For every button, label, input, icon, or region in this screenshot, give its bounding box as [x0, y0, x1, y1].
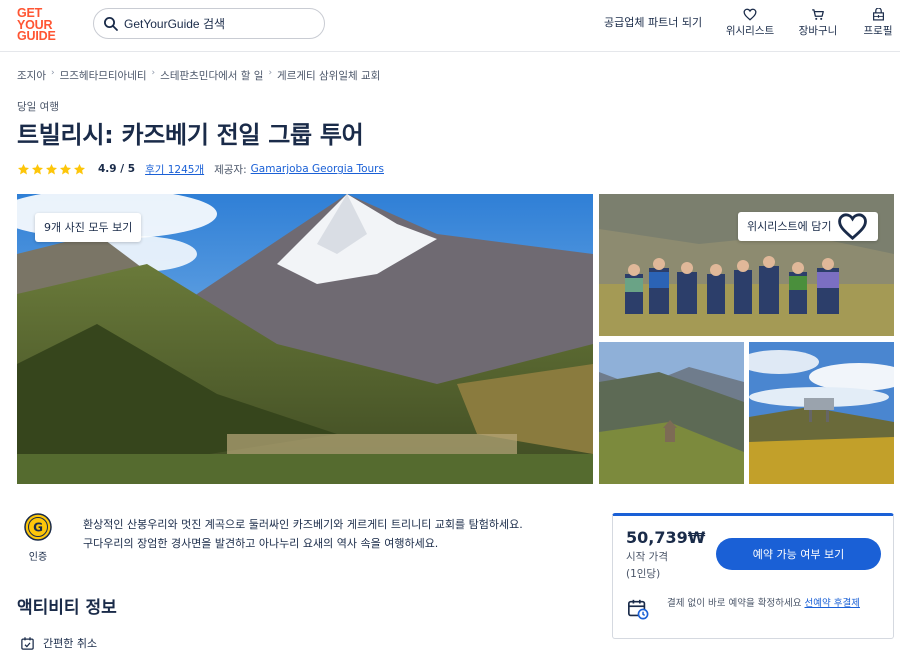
star-icon: [73, 163, 86, 174]
search-icon: [104, 17, 118, 31]
activity-description: 환상적인 산봉우리와 멋진 계곡으로 둘러싸인 카즈베기와 게르게티 트리니티 …: [83, 515, 588, 553]
badge-letter: G: [33, 521, 43, 535]
star-rating: [17, 163, 86, 176]
certified-label: 인증: [28, 552, 48, 563]
photo-gallery: 9개 사진 모두 보기 위시리스트에 담기: [17, 194, 894, 484]
star-icon: [59, 163, 72, 174]
page-title: 트빌리시: 카즈베기 전일 그룹 투어: [17, 121, 364, 149]
chevron-right-icon: ›: [50, 68, 55, 78]
provider-label: 제공자:: [214, 163, 247, 176]
heart-icon: [838, 213, 868, 241]
nav-wishlist-label: 위시리스트: [725, 25, 775, 37]
breadcrumb-item-region[interactable]: 므즈헤타므티아네티: [60, 68, 147, 83]
reviews-link[interactable]: 후기 1245개: [145, 162, 204, 177]
top-header: GET YOUR GUIDE 공급업체 파트너 되기 위시리스트 장바구니: [0, 0, 900, 52]
description-line-2: 구다우리의 장엄한 경사면을 발견하고 아나누리 요새의 역사 속을 여행하세요…: [83, 537, 439, 550]
price-label: 시작 가격: [626, 551, 668, 563]
reserve-description: 결제 없이 바로 예약을 확정하세요: [667, 598, 802, 609]
reserve-text: 결제 없이 바로 예약을 확정하세요 선예약 후결제: [667, 596, 889, 611]
reserve-now-pay-later-link[interactable]: 선예약 후결제: [804, 598, 859, 609]
add-to-wishlist-button[interactable]: 위시리스트에 담기: [738, 212, 878, 241]
heart-icon: [743, 8, 757, 21]
main-photo-kazbegi-mountain[interactable]: 9개 사진 모두 보기: [17, 194, 593, 484]
group-photo[interactable]: 위시리스트에 담기: [599, 194, 894, 336]
nav-profile-label: 프로필: [863, 25, 893, 37]
booking-card: 50,739₩ 시작 가격 (1인당) 예약 가능 여부 보기 결제 없이 바로…: [612, 513, 894, 639]
free-cancellation-feature: 간편한 취소: [20, 635, 97, 651]
nav-cart-label: 장바구니: [798, 25, 838, 37]
breadcrumb: 조지아 › 므즈헤타므티아네티 › 스테판츠민다에서 할 일 › 게르게티 삼위…: [17, 68, 380, 83]
search-box[interactable]: [93, 8, 325, 39]
calendar-check-icon: [21, 636, 34, 650]
calendar-clock-icon: [628, 599, 649, 620]
church-valley-photo[interactable]: [599, 342, 744, 484]
activity-info-heading: 액티비티 정보: [17, 598, 117, 618]
rating-score: 4.9 / 5: [98, 163, 136, 175]
become-partner-link[interactable]: 공급업체 파트너 되기: [604, 14, 702, 30]
breadcrumb-item-country[interactable]: 조지아: [17, 68, 46, 83]
breadcrumb-item-city[interactable]: 스테판츠민다에서 할 일: [160, 68, 263, 83]
gyg-certified-icon: G: [24, 513, 52, 541]
star-icon: [45, 163, 58, 174]
logo-line-3: GUIDE: [17, 29, 56, 43]
description-line-1: 환상적인 산봉우리와 멋진 계곡으로 둘러싸인 카즈베기와 게르게티 트리니티 …: [83, 518, 523, 531]
nav-profile[interactable]: 프로필: [848, 8, 900, 38]
price-unit: (1인당): [626, 568, 661, 580]
check-availability-button[interactable]: 예약 가능 여부 보기: [716, 538, 881, 570]
star-icon: [17, 163, 30, 174]
cart-icon: [812, 9, 824, 20]
breadcrumb-item-attraction[interactable]: 게르게티 삼위일체 교회: [277, 68, 380, 83]
chevron-right-icon: ›: [268, 68, 273, 78]
chevron-right-icon: ›: [151, 68, 156, 78]
show-all-photos-button[interactable]: 9개 사진 모두 보기: [35, 213, 142, 242]
activity-category-tag: 당일 여행: [17, 101, 59, 113]
certified-badge: G 인증: [21, 513, 55, 563]
getyourguide-logo[interactable]: GET YOUR GUIDE: [17, 7, 61, 43]
nav-wishlist[interactable]: 위시리스트: [720, 8, 780, 38]
search-input[interactable]: [124, 14, 314, 34]
add-to-wishlist-label: 위시리스트에 담기: [747, 220, 832, 233]
price-value: 50,739₩: [626, 528, 706, 547]
profile-icon: [872, 8, 884, 21]
star-icon: [31, 163, 44, 174]
nav-cart[interactable]: 장바구니: [788, 8, 848, 38]
free-cancellation-label: 간편한 취소: [43, 637, 98, 650]
rating-row: 4.9 / 5 후기 1245개 제공자: Gamarjoba Georgia …: [17, 160, 384, 178]
provider-link[interactable]: Gamarjoba Georgia Tours: [251, 163, 384, 175]
gergeti-viewpoint-photo[interactable]: [749, 342, 894, 484]
